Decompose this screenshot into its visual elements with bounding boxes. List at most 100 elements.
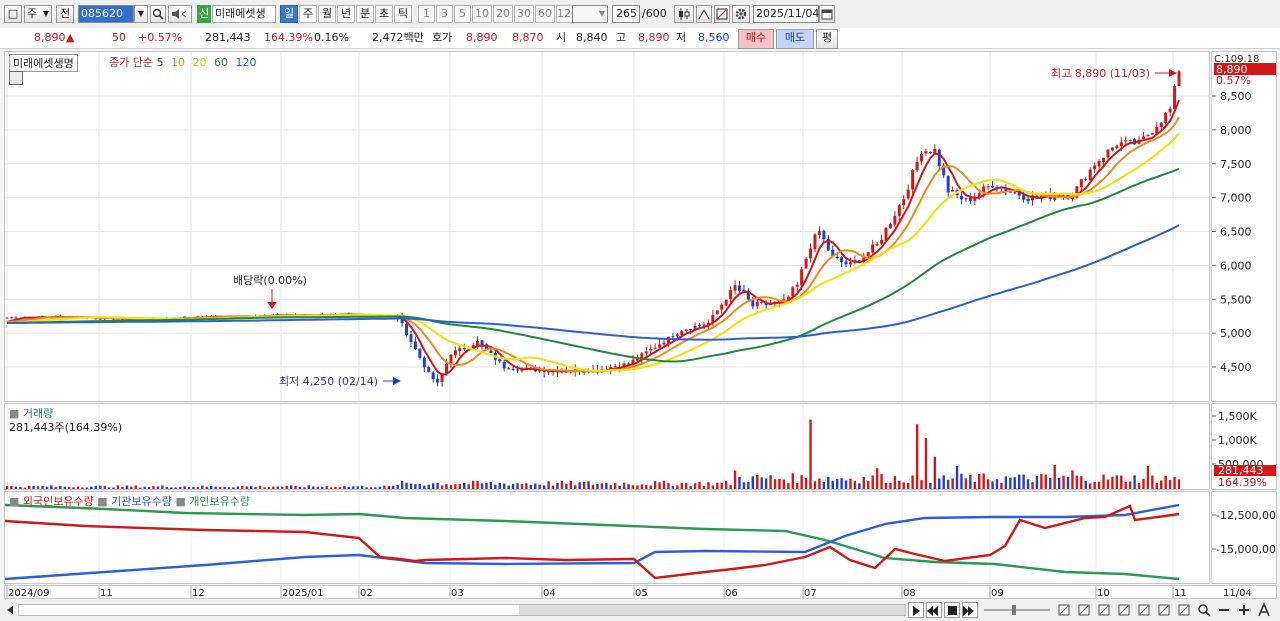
- grid-icon-glyph: [1138, 604, 1150, 616]
- period-tab-3[interactable]: 년: [337, 5, 355, 23]
- volume-bar: [405, 482, 408, 489]
- interval-tab-3[interactable]: 3: [436, 5, 453, 23]
- compare-icon[interactable]: [714, 5, 730, 23]
- volume-bar: [986, 479, 990, 489]
- interval-tab-5[interactable]: 5: [454, 5, 471, 23]
- volume-bar: [822, 481, 826, 489]
- zoom-out-icon[interactable]: [1216, 602, 1232, 618]
- date-input[interactable]: 2025/11/04: [753, 5, 819, 23]
- volume-bar: [392, 485, 395, 489]
- volume-bar: [170, 487, 173, 489]
- nav-rewind-icon[interactable]: [926, 602, 942, 618]
- price-chart-panel[interactable]: 배당락(0.00%) 최고 8,890 (11/03) 최저 4,250 (02/1…: [4, 51, 1210, 402]
- compare-glyph: [716, 8, 728, 20]
- volume-bar: [1146, 465, 1150, 489]
- stock-code-input[interactable]: 085620: [78, 5, 134, 23]
- period-tab-0[interactable]: 일: [280, 5, 298, 23]
- grid-icon[interactable]: [1136, 602, 1152, 618]
- magnifier-icon[interactable]: [150, 5, 166, 23]
- volume-bar: [192, 486, 195, 489]
- candle-body: [813, 234, 817, 250]
- candle-body: [516, 369, 520, 371]
- period-tab-5[interactable]: 초: [375, 5, 393, 23]
- code-dropdown-button[interactable]: ▼: [134, 5, 148, 23]
- zoom-slider[interactable]: [982, 604, 1052, 616]
- candle-icon[interactable]: [674, 5, 694, 23]
- price-tick-label: 8,000: [1220, 124, 1252, 137]
- tool-icon[interactable]: [696, 5, 712, 23]
- volume-bar: [582, 481, 586, 489]
- menu-button[interactable]: □: [4, 5, 22, 23]
- price-tick-label: 6,000: [1220, 259, 1252, 272]
- copy-icon[interactable]: [1056, 602, 1072, 618]
- volume-panel[interactable]: ■ 거래량 281,443주(164.39%): [4, 403, 1210, 490]
- interval-tab-30[interactable]: 30: [514, 5, 534, 23]
- nav-forward-icon-glyph: [963, 606, 974, 616]
- table-icon[interactable]: [9, 71, 23, 85]
- scroll-left-icon[interactable]: [4, 603, 16, 617]
- candle-body: [1088, 169, 1092, 181]
- volume-bar: [303, 487, 306, 489]
- crosshair-icon[interactable]: [1116, 602, 1132, 618]
- period-tab-1[interactable]: 주: [299, 5, 317, 23]
- volume-bar: [884, 482, 888, 489]
- volume-bar: [995, 479, 999, 489]
- period-tab-4[interactable]: 분: [356, 5, 374, 23]
- font-icon[interactable]: [1256, 601, 1272, 618]
- save-icon[interactable]: [1076, 602, 1092, 618]
- magnifier-icon[interactable]: [1196, 602, 1212, 618]
- speaker-icon[interactable]: [168, 5, 192, 23]
- volume-bar: [560, 480, 564, 489]
- volume-value: 281,443: [205, 31, 251, 44]
- volume-bar: [476, 481, 479, 489]
- zoom-in-icon[interactable]: [1236, 602, 1252, 618]
- interval-tab-10[interactable]: 10: [472, 5, 492, 23]
- candle-body: [897, 205, 901, 216]
- volume-bar: [1168, 479, 1172, 489]
- volume-bar: [871, 475, 874, 489]
- period-tab-2[interactable]: 월: [318, 5, 336, 23]
- interval-tab-60[interactable]: 60: [535, 5, 555, 23]
- buy-button[interactable]: 매수: [738, 29, 774, 49]
- measure-icon[interactable]: [1096, 602, 1112, 618]
- x-tick-label: 11: [100, 588, 113, 598]
- volume-bar: [902, 482, 905, 489]
- period-tab-6[interactable]: 틱: [394, 5, 412, 23]
- volume-bar: [312, 486, 315, 489]
- text-icon[interactable]: [1156, 602, 1172, 618]
- volume-bar: [946, 479, 950, 489]
- volume-bar: [325, 486, 328, 489]
- volume-bar: [955, 465, 959, 489]
- refresh-icon[interactable]: [1176, 602, 1192, 618]
- sell-button[interactable]: 매도: [776, 29, 814, 49]
- candle-body: [662, 342, 666, 345]
- count-input[interactable]: 265: [612, 5, 640, 23]
- volume-bar: [298, 486, 302, 489]
- calendar-icon[interactable]: [819, 5, 835, 23]
- trade-amount: 2,472백만: [372, 31, 424, 44]
- eval-button[interactable]: 평: [816, 29, 838, 49]
- interval-tab-1[interactable]: 1: [418, 5, 435, 23]
- candle-body: [1141, 136, 1145, 139]
- volume-bar: [409, 483, 413, 489]
- candle-body: [835, 256, 839, 258]
- holding-panel[interactable]: ■ 외국인보유수량 ■ 기관보유수량 ■ 개인보유수량: [4, 491, 1210, 584]
- volume-bar: [161, 485, 164, 489]
- compare-button[interactable]: 전: [56, 5, 74, 23]
- volume-bar: [609, 485, 612, 489]
- market-select[interactable]: 주 ▼: [24, 5, 52, 23]
- nav-stop-icon[interactable]: [944, 602, 960, 618]
- market-label: 주: [27, 7, 38, 20]
- candle-body: [653, 347, 657, 349]
- volume-ratio: 164.39%: [264, 31, 313, 44]
- scroll-thumb[interactable]: [519, 605, 905, 615]
- interval-tab-20[interactable]: 20: [493, 5, 513, 23]
- volume-bar: [840, 478, 843, 489]
- horizontal-scrollbar[interactable]: [18, 604, 906, 616]
- gear-icon[interactable]: [732, 5, 750, 23]
- candle-body: [1013, 192, 1017, 194]
- nav-forward-icon[interactable]: [962, 602, 978, 618]
- nav-play-icon[interactable]: [908, 602, 924, 618]
- interval-input[interactable]: ▼: [572, 5, 608, 23]
- price-tick-label: 5,000: [1220, 327, 1252, 340]
